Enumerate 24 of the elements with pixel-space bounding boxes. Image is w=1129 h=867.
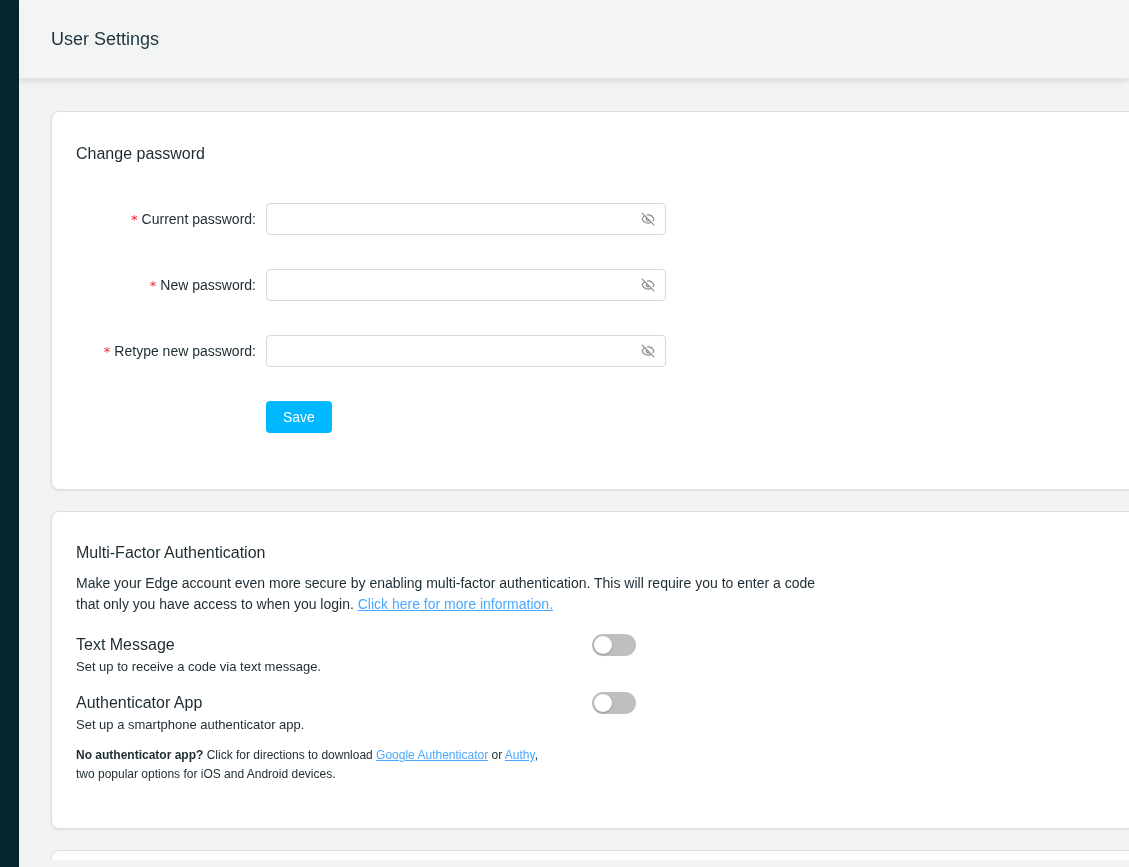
option-title: Authenticator App: [76, 694, 204, 712]
option-title: Text Message: [76, 636, 176, 654]
card-title: Change password: [76, 145, 206, 163]
card-title: Multi-Factor Authentication: [76, 544, 267, 562]
toggle-switch[interactable]: [592, 692, 636, 714]
page-title: User Settings: [51, 28, 160, 50]
field-label: * Retype new password:: [103, 343, 256, 359]
link[interactable]: Click here for more information.: [357, 596, 554, 612]
note-text: No authenticator app? Click for directions to download Google Authenticator or Authy, two popular options for iOS and Android devices.: [76, 747, 539, 783]
field-label: * Current password:: [131, 211, 256, 227]
password-field[interactable]: [266, 269, 666, 301]
option-description: Set up a smartphone authenticator app.: [76, 717, 306, 732]
option-description: Set up to receive a code via text message.: [76, 659, 322, 674]
save-button[interactable]: Save: [266, 401, 332, 433]
eye-off-icon[interactable]: [641, 344, 655, 358]
password-field[interactable]: [266, 335, 666, 367]
field-label: * New password:: [149, 277, 256, 293]
eye-off-icon[interactable]: [641, 212, 655, 226]
eye-off-icon[interactable]: [641, 278, 655, 292]
password-field[interactable]: [266, 203, 666, 235]
link[interactable]: Google Authenticator: [376, 748, 489, 762]
intro-text: Make your Edge account even more secure by enabling multi-factor authentication. This will require you to enter a code that only you have access to when you login. Click here for more information.: [76, 574, 817, 614]
link[interactable]: Authy: [504, 748, 535, 762]
toggle-switch[interactable]: [592, 634, 636, 656]
